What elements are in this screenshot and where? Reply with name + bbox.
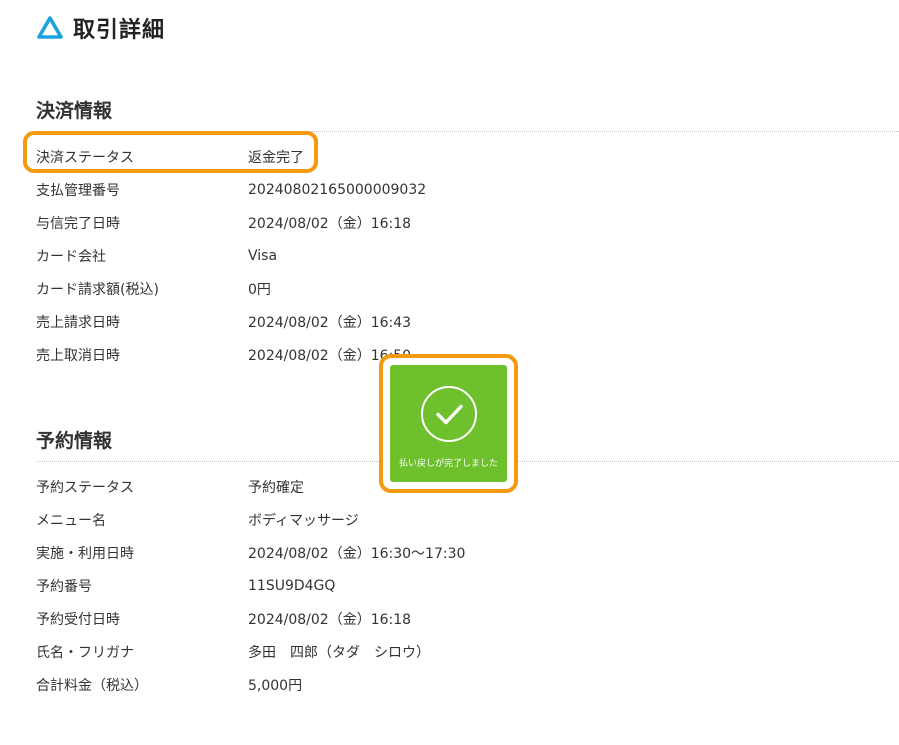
row-value: 0円 <box>248 281 271 298</box>
row-label: 予約ステータス <box>36 479 134 496</box>
toast-message: 払い戻しが完了しました <box>398 459 498 469</box>
row-label: 売上取消日時 <box>36 347 120 364</box>
payment-info-list: 決済ステータス 返金完了 支払管理番号 20240802165000009032… <box>36 140 899 371</box>
row-label: メニュー名 <box>36 512 106 529</box>
payment-status-row: 決済ステータス 返金完了 <box>36 140 899 173</box>
row-label: 実施・利用日時 <box>36 545 134 562</box>
row-label: 予約番号 <box>36 578 92 595</box>
row-value: 予約確定 <box>248 479 304 496</box>
check-circle-icon <box>420 386 477 442</box>
row-label: 支払管理番号 <box>36 182 120 199</box>
row-label: 合計料金（税込） <box>36 677 148 694</box>
card-charge-amount-row: カード請求額(税込) 0円 <box>36 272 899 305</box>
customer-name-row: 氏名・フリガナ 多田 四郎（タダ シロウ） <box>36 635 899 668</box>
card-company-row: カード会社 Visa <box>36 239 899 272</box>
row-value: 返金完了 <box>248 149 304 166</box>
row-label: 決済ステータス <box>36 149 134 166</box>
row-label: カード会社 <box>36 248 106 265</box>
row-label: 氏名・フリガナ <box>36 644 134 661</box>
row-value: 2024/08/02（金）16:43 <box>248 314 412 331</box>
reservation-received-datetime-row: 予約受付日時 2024/08/02（金）16:18 <box>36 602 899 635</box>
page-title: 取引詳細 <box>73 18 166 43</box>
payment-info-title: 決済情報 <box>36 96 899 132</box>
transaction-detail-page: 取引詳細 決済情報 決済ステータス 返金完了 支払管理番号 2024080216… <box>0 0 899 745</box>
refund-toast-highlight: 払い戻しが完了しました <box>379 354 518 493</box>
reservation-number-row: 予約番号 11SU9D4GQ <box>36 569 899 602</box>
sales-request-datetime-row: 売上請求日時 2024/08/02（金）16:43 <box>36 305 899 338</box>
row-value: ボディマッサージ <box>248 512 359 529</box>
authorization-datetime-row: 与信完了日時 2024/08/02（金）16:18 <box>36 206 899 239</box>
row-label: 売上請求日時 <box>36 314 120 331</box>
row-value: 2024/08/02（金）16:30〜17:30 <box>248 545 466 562</box>
row-label: 与信完了日時 <box>36 215 120 232</box>
row-value: Visa <box>248 247 278 264</box>
row-value: 2024/08/02（金）16:18 <box>248 611 412 628</box>
page-header: 取引詳細 <box>36 12 165 44</box>
row-value: 20240802165000009032 <box>248 181 427 198</box>
row-value: 2024/08/02（金）16:18 <box>248 215 412 232</box>
row-label: カード請求額(税込) <box>36 281 159 298</box>
menu-name-row: メニュー名 ボディマッサージ <box>36 503 899 536</box>
total-price-row: 合計料金（税込） 5,000円 <box>36 668 899 701</box>
row-value: 多田 四郎（タダ シロウ） <box>248 644 430 661</box>
triangle-logo-icon <box>37 16 63 39</box>
row-label: 予約受付日時 <box>36 611 120 628</box>
payment-number-row: 支払管理番号 20240802165000009032 <box>36 173 899 206</box>
refund-complete-toast: 払い戻しが完了しました <box>390 365 507 482</box>
service-datetime-row: 実施・利用日時 2024/08/02（金）16:30〜17:30 <box>36 536 899 569</box>
reservation-info-list: 予約ステータス 予約確定 メニュー名 ボディマッサージ 実施・利用日時 2024… <box>36 470 899 701</box>
row-value: 11SU9D4GQ <box>248 577 336 594</box>
row-value: 5,000円 <box>248 677 303 694</box>
payment-info-section: 決済情報 決済ステータス 返金完了 支払管理番号 202408021650000… <box>36 96 899 371</box>
